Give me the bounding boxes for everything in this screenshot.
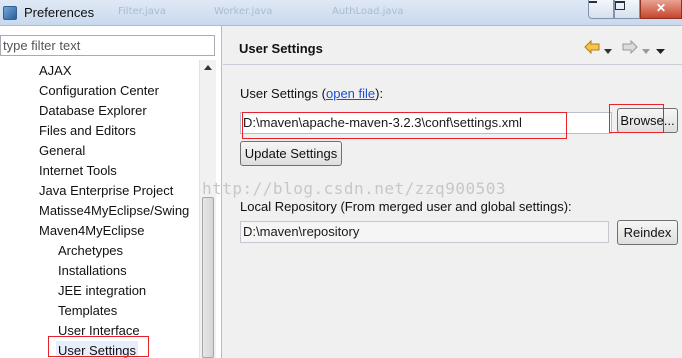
chevron-down-icon [604,49,612,54]
back-arrow-icon [584,39,600,55]
background-tab: Worker.java [214,6,273,17]
local-repository-field: D:\maven\repository [240,221,609,243]
page-title: User Settings [239,41,323,56]
view-menu-icon [656,49,665,54]
minimize-icon [589,1,597,3]
tree-item-archetypes[interactable]: Archetypes [58,241,123,261]
forward-button[interactable] [622,39,638,55]
browse-button[interactable]: Browse... [617,108,678,133]
forward-arrow-icon [622,39,638,55]
minimize-button[interactable] [588,0,614,19]
tree-scrollbar[interactable] [199,60,216,358]
preferences-tree-pane: AJAX Configuration Center Database Explo… [0,26,222,358]
reindex-button[interactable]: Reindex [617,220,678,245]
close-icon: ✕ [655,1,667,15]
tree-item-user-settings[interactable]: User Settings [56,341,139,358]
window-title: Preferences [24,5,95,20]
tree-item-java-enterprise-project[interactable]: Java Enterprise Project [39,181,173,201]
background-tab: Filter.java [118,6,166,17]
tree-item-installations[interactable]: Installations [58,261,127,281]
user-settings-label: User Settings (open file): [240,86,383,101]
tree-item-general[interactable]: General [39,141,85,161]
background-tab: AuthLoad.java [332,6,404,17]
tree-item-internet-tools[interactable]: Internet Tools [39,161,117,181]
chevron-down-icon [642,49,650,54]
user-settings-label-text: User Settings ( [240,86,326,101]
back-dropdown[interactable] [604,43,612,57]
filter-field[interactable] [0,35,215,56]
scrollbar-thumb[interactable] [202,197,214,358]
open-file-link[interactable]: open file [326,86,375,101]
maximize-button[interactable] [614,0,640,19]
tree-item-maven4myeclipse[interactable]: Maven4MyEclipse [39,221,145,241]
tree-item-matisse4myeclipse-swing[interactable]: Matisse4MyEclipse/Swing [39,201,189,221]
update-settings-button[interactable]: Update Settings [240,141,342,166]
preferences-tree: AJAX Configuration Center Database Explo… [0,61,199,358]
filter-input[interactable] [1,36,214,55]
header-separator [223,64,682,65]
maximize-icon [615,1,625,10]
preferences-window-icon [3,6,17,20]
tree-item-jee-integration[interactable]: JEE integration [58,281,146,301]
tree-item-database-explorer[interactable]: Database Explorer [39,101,147,121]
forward-dropdown[interactable] [642,43,650,57]
tree-item-user-interface[interactable]: User Interface [58,321,140,341]
tree-item-templates[interactable]: Templates [58,301,117,321]
view-menu-button[interactable] [656,43,665,57]
tree-item-ajax[interactable]: AJAX [39,61,72,81]
user-settings-label-end: ): [375,86,384,101]
close-button[interactable]: ✕ [640,0,682,19]
back-button[interactable] [584,39,600,55]
local-repository-label: Local Repository (From merged user and g… [240,199,572,214]
tree-item-files-and-editors[interactable]: Files and Editors [39,121,136,141]
settings-page: User Settings User Settings (open file):… [223,26,682,358]
title-bar: Preferences Filter.java Worker.java Auth… [0,0,682,26]
scroll-up-icon[interactable] [204,65,212,70]
tree-item-configuration-center[interactable]: Configuration Center [39,81,159,101]
settings-file-field[interactable]: D:\maven\apache-maven-3.2.3\conf\setting… [240,112,612,134]
